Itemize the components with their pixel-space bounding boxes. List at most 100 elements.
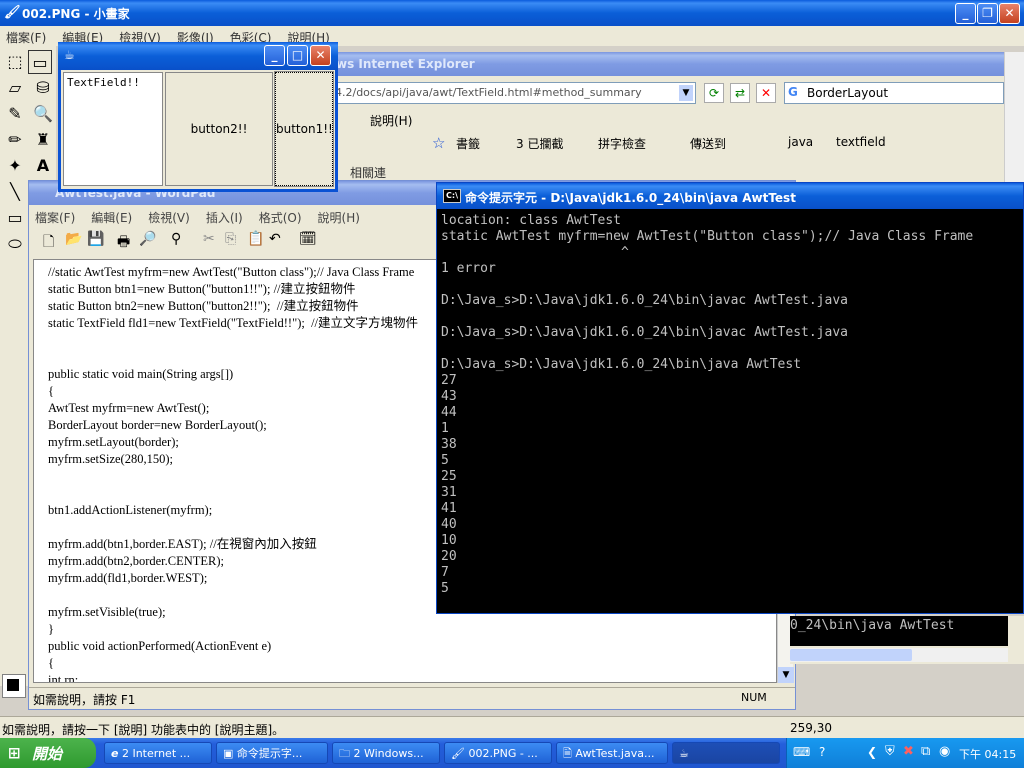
cmd-behind-scrollbar[interactable]	[790, 648, 1008, 662]
undo-icon[interactable]: ↶	[269, 231, 281, 247]
dropdown-icon[interactable]: ▼	[679, 85, 693, 101]
close-button[interactable]: ✕	[999, 3, 1020, 24]
awt-button2[interactable]: button2!!	[165, 72, 273, 186]
cmd-line: D:\Java_s>D:\Java\jdk1.6.0_24\bin\javac …	[441, 325, 848, 340]
antivirus-icon[interactable]: ✖	[903, 744, 914, 759]
sendto-button[interactable]: 傳送到	[690, 135, 726, 152]
keyboard-icon[interactable]: ⌨	[793, 745, 810, 759]
eraser-icon[interactable]: ▱	[0, 76, 30, 100]
refresh-button[interactable]: ⟳	[704, 83, 724, 103]
ie-address-input[interactable]: 4.2/docs/api/java/awt/TextField.html#met…	[335, 86, 642, 99]
wordpad-menu-insert[interactable]: 插入(I)	[206, 211, 243, 225]
taskbar-item-java[interactable]: ☕	[672, 742, 780, 764]
awt-titlebar[interactable]: ☕ _ □ ✕	[58, 42, 338, 70]
rect-select-icon[interactable]: ▭	[28, 50, 52, 74]
eye-icon[interactable]: ◉	[939, 744, 950, 759]
awt-minimize-button[interactable]: _	[264, 45, 285, 66]
taskbar-item-ie[interactable]: e 2 Internet ...	[104, 742, 212, 764]
fill-icon[interactable]: ⛁	[28, 76, 58, 100]
system-tray: ⌨ ? ❮ ⛨ ✖ ⧉ ◉ 下午 04:15	[786, 738, 1024, 768]
paint-statusbar: 如需說明，請按一下 [說明] 功能表中的 [說明主題]。 259,30	[0, 716, 1024, 738]
line-icon[interactable]: ╲	[0, 180, 30, 204]
cmd-line	[441, 277, 1021, 293]
rectangle-icon[interactable]: ▭	[0, 206, 30, 230]
popup-blocked-button[interactable]: 3 已攔截	[516, 135, 563, 152]
code-line: static Button btn2=new Button("button2!!…	[48, 299, 359, 313]
wordpad-menu-file[interactable]: 檔案(F)	[35, 211, 75, 225]
help-icon[interactable]: ?	[819, 745, 825, 759]
picker-icon[interactable]: ✎	[0, 102, 30, 126]
awt-maximize-button[interactable]: □	[287, 45, 308, 66]
wordpad-menu-view[interactable]: 檢視(V)	[148, 211, 190, 225]
go-button[interactable]: ⇄	[730, 83, 750, 103]
ie-search-box[interactable]: G BorderLayout	[784, 82, 1004, 104]
ie-menu-help[interactable]: 說明(H)	[370, 112, 412, 129]
cmd-line: 5	[441, 453, 449, 468]
taskbar-item-paint[interactable]: 🖌 002.PNG - ...	[444, 742, 552, 764]
ie-titlebar[interactable]: ws Internet Explorer	[330, 52, 1004, 76]
ie-address-bar[interactable]: 4.2/docs/api/java/awt/TextField.html#met…	[330, 82, 696, 104]
preview-icon[interactable]: 🔎	[139, 231, 156, 247]
pencil-icon[interactable]: ✏	[0, 128, 30, 152]
wordpad-menu-edit[interactable]: 編輯(E)	[91, 211, 132, 225]
taskbar-item-wordpad[interactable]: 🗎 AwtTest.java...	[556, 742, 668, 764]
wordpad-toolbar: 🗋 📂 💾 🖶 🔎 ⚲ ✂ ⎘ 📋 ↶ 🗓	[35, 231, 435, 255]
awt-button1[interactable]: button1!!	[274, 71, 334, 187]
taskbar-item-explorer[interactable]: 🗀 2 Windows...	[332, 742, 440, 764]
cmd-line: 44	[441, 405, 457, 420]
awt-frame: ☕ _ □ ✕ TextField!! button2!! button1!!	[58, 42, 338, 192]
code-line: myfrm.add(btn2,border.CENTER);	[48, 554, 225, 568]
magnifier-icon[interactable]: 🔍	[28, 102, 58, 126]
cmd-line: static AwtTest myfrm=new AwtTest("Button…	[441, 229, 974, 244]
restore-button[interactable]: ❐	[977, 3, 998, 24]
brush-icon[interactable]: ♜	[28, 128, 58, 152]
tray-expand-icon[interactable]: ❮	[867, 745, 877, 759]
text-tool-icon[interactable]: A	[28, 154, 58, 178]
copy-icon[interactable]: ⎘	[225, 231, 236, 247]
cmd-line: 31	[441, 485, 457, 500]
minimize-button[interactable]: _	[955, 3, 976, 24]
network-icon[interactable]: ⧉	[921, 744, 930, 759]
paste-icon[interactable]: 📋	[247, 231, 264, 247]
save-icon[interactable]: 💾	[87, 231, 104, 247]
clock[interactable]: 下午 04:15	[959, 746, 1016, 762]
bookmarks-button[interactable]: 書籤	[456, 135, 480, 152]
new-icon[interactable]: 🗋	[43, 231, 54, 255]
open-icon[interactable]: 📂	[65, 231, 82, 247]
ie-links-label[interactable]: 相關連	[350, 164, 386, 181]
shield-icon[interactable]: ⛨	[885, 744, 895, 759]
start-button[interactable]: ⊞ 開始	[0, 738, 96, 768]
ie-search-input[interactable]: BorderLayout	[807, 86, 888, 100]
print-icon[interactable]: 🖶	[117, 231, 130, 255]
paint-icon: 🖌	[4, 5, 21, 20]
wordpad-menu-format[interactable]: 格式(O)	[259, 211, 302, 225]
awt-textfield-value: TextField!!	[67, 76, 140, 89]
free-select-icon[interactable]: ⬚	[0, 50, 30, 74]
paint-palette-color[interactable]	[2, 674, 26, 698]
cmd-titlebar[interactable]: C:\ 命令提示字元 - D:\Java\jdk1.6.0_24\bin\jav…	[437, 183, 1023, 209]
awt-textfield[interactable]: TextField!!	[63, 72, 163, 186]
datetime-icon[interactable]: 🗓	[299, 231, 317, 247]
code-line: }	[48, 622, 54, 636]
airbrush-icon[interactable]: ✦	[0, 154, 30, 178]
ellipse-icon[interactable]: ⬭	[0, 232, 30, 256]
wordpad-menu-help[interactable]: 說明(H)	[318, 211, 360, 225]
spellcheck-button[interactable]: 拼字檢查	[598, 135, 646, 152]
awt-close-button[interactable]: ✕	[310, 45, 331, 66]
cmd-line: D:\Java_s>D:\Java\jdk1.6.0_24\bin\javac …	[441, 293, 848, 308]
paint-menu-file[interactable]: 檔案(F)	[6, 31, 46, 45]
taskbar-item-cmd[interactable]: ▣ 命令提示字...	[216, 742, 328, 764]
code-line: AwtTest myfrm=new AwtTest();	[48, 401, 210, 415]
find-icon[interactable]: ⚲	[171, 231, 181, 247]
bookmark-star-icon[interactable]: ☆	[432, 134, 445, 152]
textfield-search-button[interactable]: textfield	[836, 135, 886, 149]
cmd-output[interactable]: location: class AwtTest static AwtTest m…	[441, 213, 1021, 613]
paint-titlebar[interactable]: 🖌 002.PNG - 小畫家 _ ❐ ✕	[0, 0, 1024, 26]
stop-button[interactable]: ✕	[756, 83, 776, 103]
cmd-line: ^	[441, 245, 629, 260]
code-line: {	[48, 384, 54, 398]
code-line: //static AwtTest myfrm=new AwtTest("Butt…	[48, 265, 415, 279]
java-search-button[interactable]: java	[788, 135, 813, 149]
cut-icon[interactable]: ✂	[203, 231, 215, 247]
ie-scrollbar[interactable]	[1004, 52, 1024, 192]
